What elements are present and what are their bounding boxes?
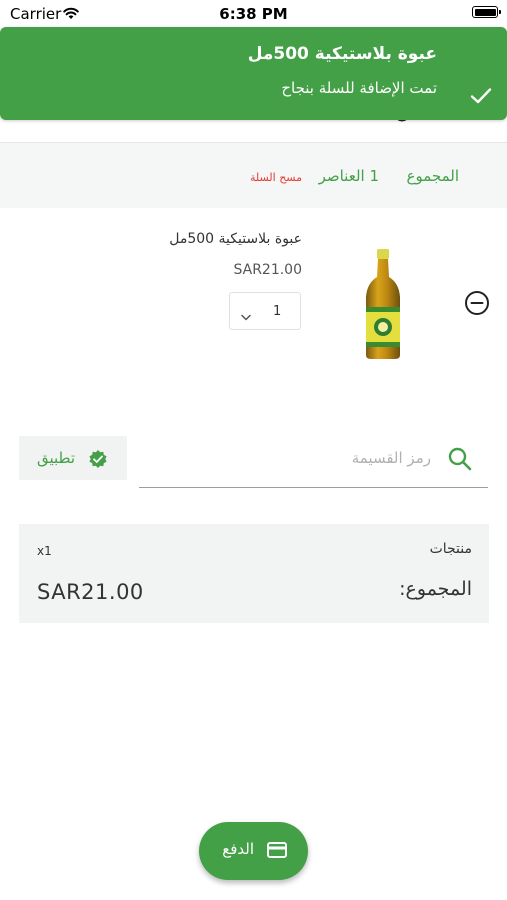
order-summary: منتجات x1 المجموع: SAR21.00 (19, 524, 489, 623)
toast-notification[interactable]: عبوة بلاستيكية 500مل تمت الإضافة للسلة ب… (0, 27, 507, 120)
search-icon (447, 446, 473, 476)
battery-icon (472, 6, 501, 18)
check-icon (470, 87, 492, 109)
chevron-down-icon (241, 306, 251, 325)
clock: 6:38 PM (219, 5, 288, 23)
quantity-dropdown[interactable]: 1 (229, 292, 301, 330)
apply-coupon-button[interactable]: تطبيق (19, 436, 127, 480)
item-price: SAR21.00 (233, 262, 302, 278)
toast-message: تمت الإضافة للسلة بنجاح (281, 79, 437, 97)
cart-item: عبوة بلاستيكية 500مل SAR21.00 1 (0, 207, 507, 392)
coupon-input[interactable]: رمز القسيمة (139, 436, 488, 488)
toast-title: عبوة بلاستيكية 500مل (247, 44, 437, 64)
cart-header: المجموع 1 العناصر مسح السلة (0, 142, 507, 208)
status-bar: Carrier 6:38 PM (0, 0, 507, 28)
total-label: المجموع (406, 167, 459, 185)
summary-total-label: المجموع: (399, 578, 472, 600)
quantity-value: 1 (273, 304, 282, 319)
coupon-placeholder: رمز القسيمة (351, 449, 431, 467)
checkout-button[interactable]: الدفع (199, 822, 308, 880)
clear-cart-button[interactable]: مسح السلة (250, 171, 302, 184)
remove-circle-icon[interactable] (464, 290, 490, 320)
product-image (360, 247, 406, 362)
summary-total-value: SAR21.00 (37, 580, 144, 604)
checkout-label: الدفع (222, 840, 254, 858)
products-qty: x1 (37, 544, 52, 558)
verified-badge-icon (88, 449, 108, 473)
products-label: منتجات (429, 541, 472, 557)
apply-label: تطبيق (36, 449, 75, 467)
items-count: 1 العناصر (318, 167, 379, 185)
item-name: عبوة بلاستيكية 500مل (169, 231, 302, 247)
credit-card-icon (267, 842, 287, 862)
